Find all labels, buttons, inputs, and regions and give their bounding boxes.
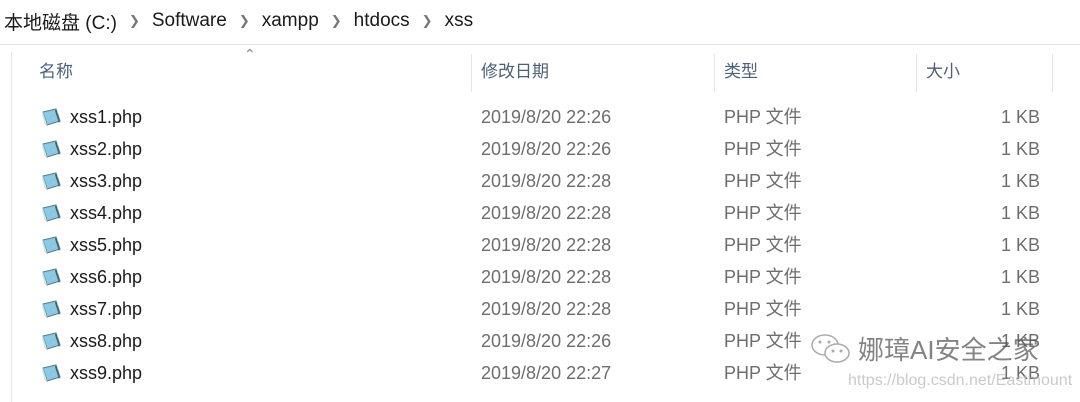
php-file-icon: [42, 364, 61, 382]
file-size: 1 KB: [1000, 235, 1040, 255]
file-row[interactable]: xss2.php 2019/8/20 22:26 PHP 文件 1 KB: [12, 133, 1052, 165]
breadcrumb-item-xampp[interactable]: xampp: [262, 10, 319, 32]
file-type: PHP 文件: [724, 363, 802, 383]
file-name[interactable]: xss9.php: [70, 357, 142, 389]
file-size: 1 KB: [1000, 139, 1040, 159]
chevron-right-icon[interactable]: ❯: [331, 13, 342, 29]
file-date: 2019/8/20 22:26: [481, 107, 612, 127]
column-header-type[interactable]: 类型: [714, 52, 916, 92]
file-type: PHP 文件: [724, 139, 802, 159]
file-date: 2019/8/20 22:28: [481, 299, 612, 319]
file-type: PHP 文件: [724, 171, 802, 191]
breadcrumb-item-htdocs[interactable]: htdocs: [354, 10, 410, 32]
file-type: PHP 文件: [724, 107, 802, 127]
column-header-name[interactable]: 名称: [29, 52, 469, 92]
column-header-date[interactable]: 修改日期: [471, 52, 714, 92]
chevron-right-icon[interactable]: ❯: [239, 13, 250, 29]
watermark-brand: 娜璋AI安全之家: [810, 330, 1039, 367]
file-name[interactable]: xss1.php: [70, 101, 142, 133]
file-row[interactable]: xss7.php 2019/8/20 22:28 PHP 文件 1 KB: [12, 293, 1052, 325]
file-type: PHP 文件: [724, 299, 802, 319]
file-name[interactable]: xss2.php: [70, 133, 142, 165]
file-date: 2019/8/20 22:28: [481, 171, 612, 191]
file-name[interactable]: xss8.php: [70, 325, 142, 357]
file-date: 2019/8/20 22:28: [481, 203, 612, 223]
file-size: 1 KB: [1000, 267, 1040, 287]
breadcrumb-item-xss[interactable]: xss: [445, 10, 474, 32]
breadcrumb-item-drive[interactable]: 本地磁盘 (C:): [4, 8, 117, 35]
php-file-icon: [42, 268, 61, 286]
file-date: 2019/8/20 22:27: [481, 363, 612, 383]
file-size: 1 KB: [1000, 107, 1040, 127]
file-date: 2019/8/20 22:26: [481, 139, 612, 159]
file-name[interactable]: xss7.php: [70, 293, 142, 325]
file-name[interactable]: xss3.php: [70, 165, 142, 197]
file-type: PHP 文件: [724, 331, 802, 351]
breadcrumb-item-software[interactable]: Software: [152, 10, 227, 32]
column-header-row: 名称 修改日期 类型 大小: [12, 52, 1080, 92]
file-type: PHP 文件: [724, 203, 802, 223]
wechat-icon: [811, 333, 850, 363]
file-date: 2019/8/20 22:26: [481, 331, 612, 351]
column-header-size[interactable]: 大小: [916, 52, 1052, 92]
file-row[interactable]: xss6.php 2019/8/20 22:28 PHP 文件 1 KB: [12, 261, 1052, 293]
php-file-icon: [42, 108, 61, 126]
file-name[interactable]: xss5.php: [70, 229, 142, 261]
php-file-icon: [42, 140, 61, 158]
watermark-url: https://blog.csdn.net/Eastmount: [848, 372, 1073, 389]
chevron-right-icon[interactable]: ❯: [422, 13, 433, 29]
file-size: 1 KB: [1000, 171, 1040, 191]
chevron-right-icon[interactable]: ❯: [129, 13, 140, 29]
watermark-brand-text: 娜璋AI安全之家: [858, 335, 1039, 365]
file-row[interactable]: xss1.php 2019/8/20 22:26 PHP 文件 1 KB: [12, 101, 1052, 133]
file-type: PHP 文件: [724, 267, 802, 287]
file-row[interactable]: xss3.php 2019/8/20 22:28 PHP 文件 1 KB: [12, 165, 1052, 197]
file-type: PHP 文件: [724, 235, 802, 255]
file-date: 2019/8/20 22:28: [481, 267, 612, 287]
column-resize-handle[interactable]: [1052, 54, 1053, 92]
file-size: 1 KB: [1000, 299, 1040, 319]
php-file-icon: [42, 236, 61, 254]
file-name[interactable]: xss6.php: [70, 261, 142, 293]
php-file-icon: [42, 172, 61, 190]
file-row[interactable]: xss4.php 2019/8/20 22:28 PHP 文件 1 KB: [12, 197, 1052, 229]
file-name[interactable]: xss4.php: [70, 197, 142, 229]
php-file-icon: [42, 300, 61, 318]
file-date: 2019/8/20 22:28: [481, 235, 612, 255]
divider: [0, 44, 1080, 45]
breadcrumb: 本地磁盘 (C:) ❯ Software ❯ xampp ❯ htdocs ❯ xss: [4, 8, 473, 34]
php-file-icon: [42, 204, 61, 222]
file-size: 1 KB: [1000, 203, 1040, 223]
php-file-icon: [42, 332, 61, 350]
file-row[interactable]: xss5.php 2019/8/20 22:28 PHP 文件 1 KB: [12, 229, 1052, 261]
